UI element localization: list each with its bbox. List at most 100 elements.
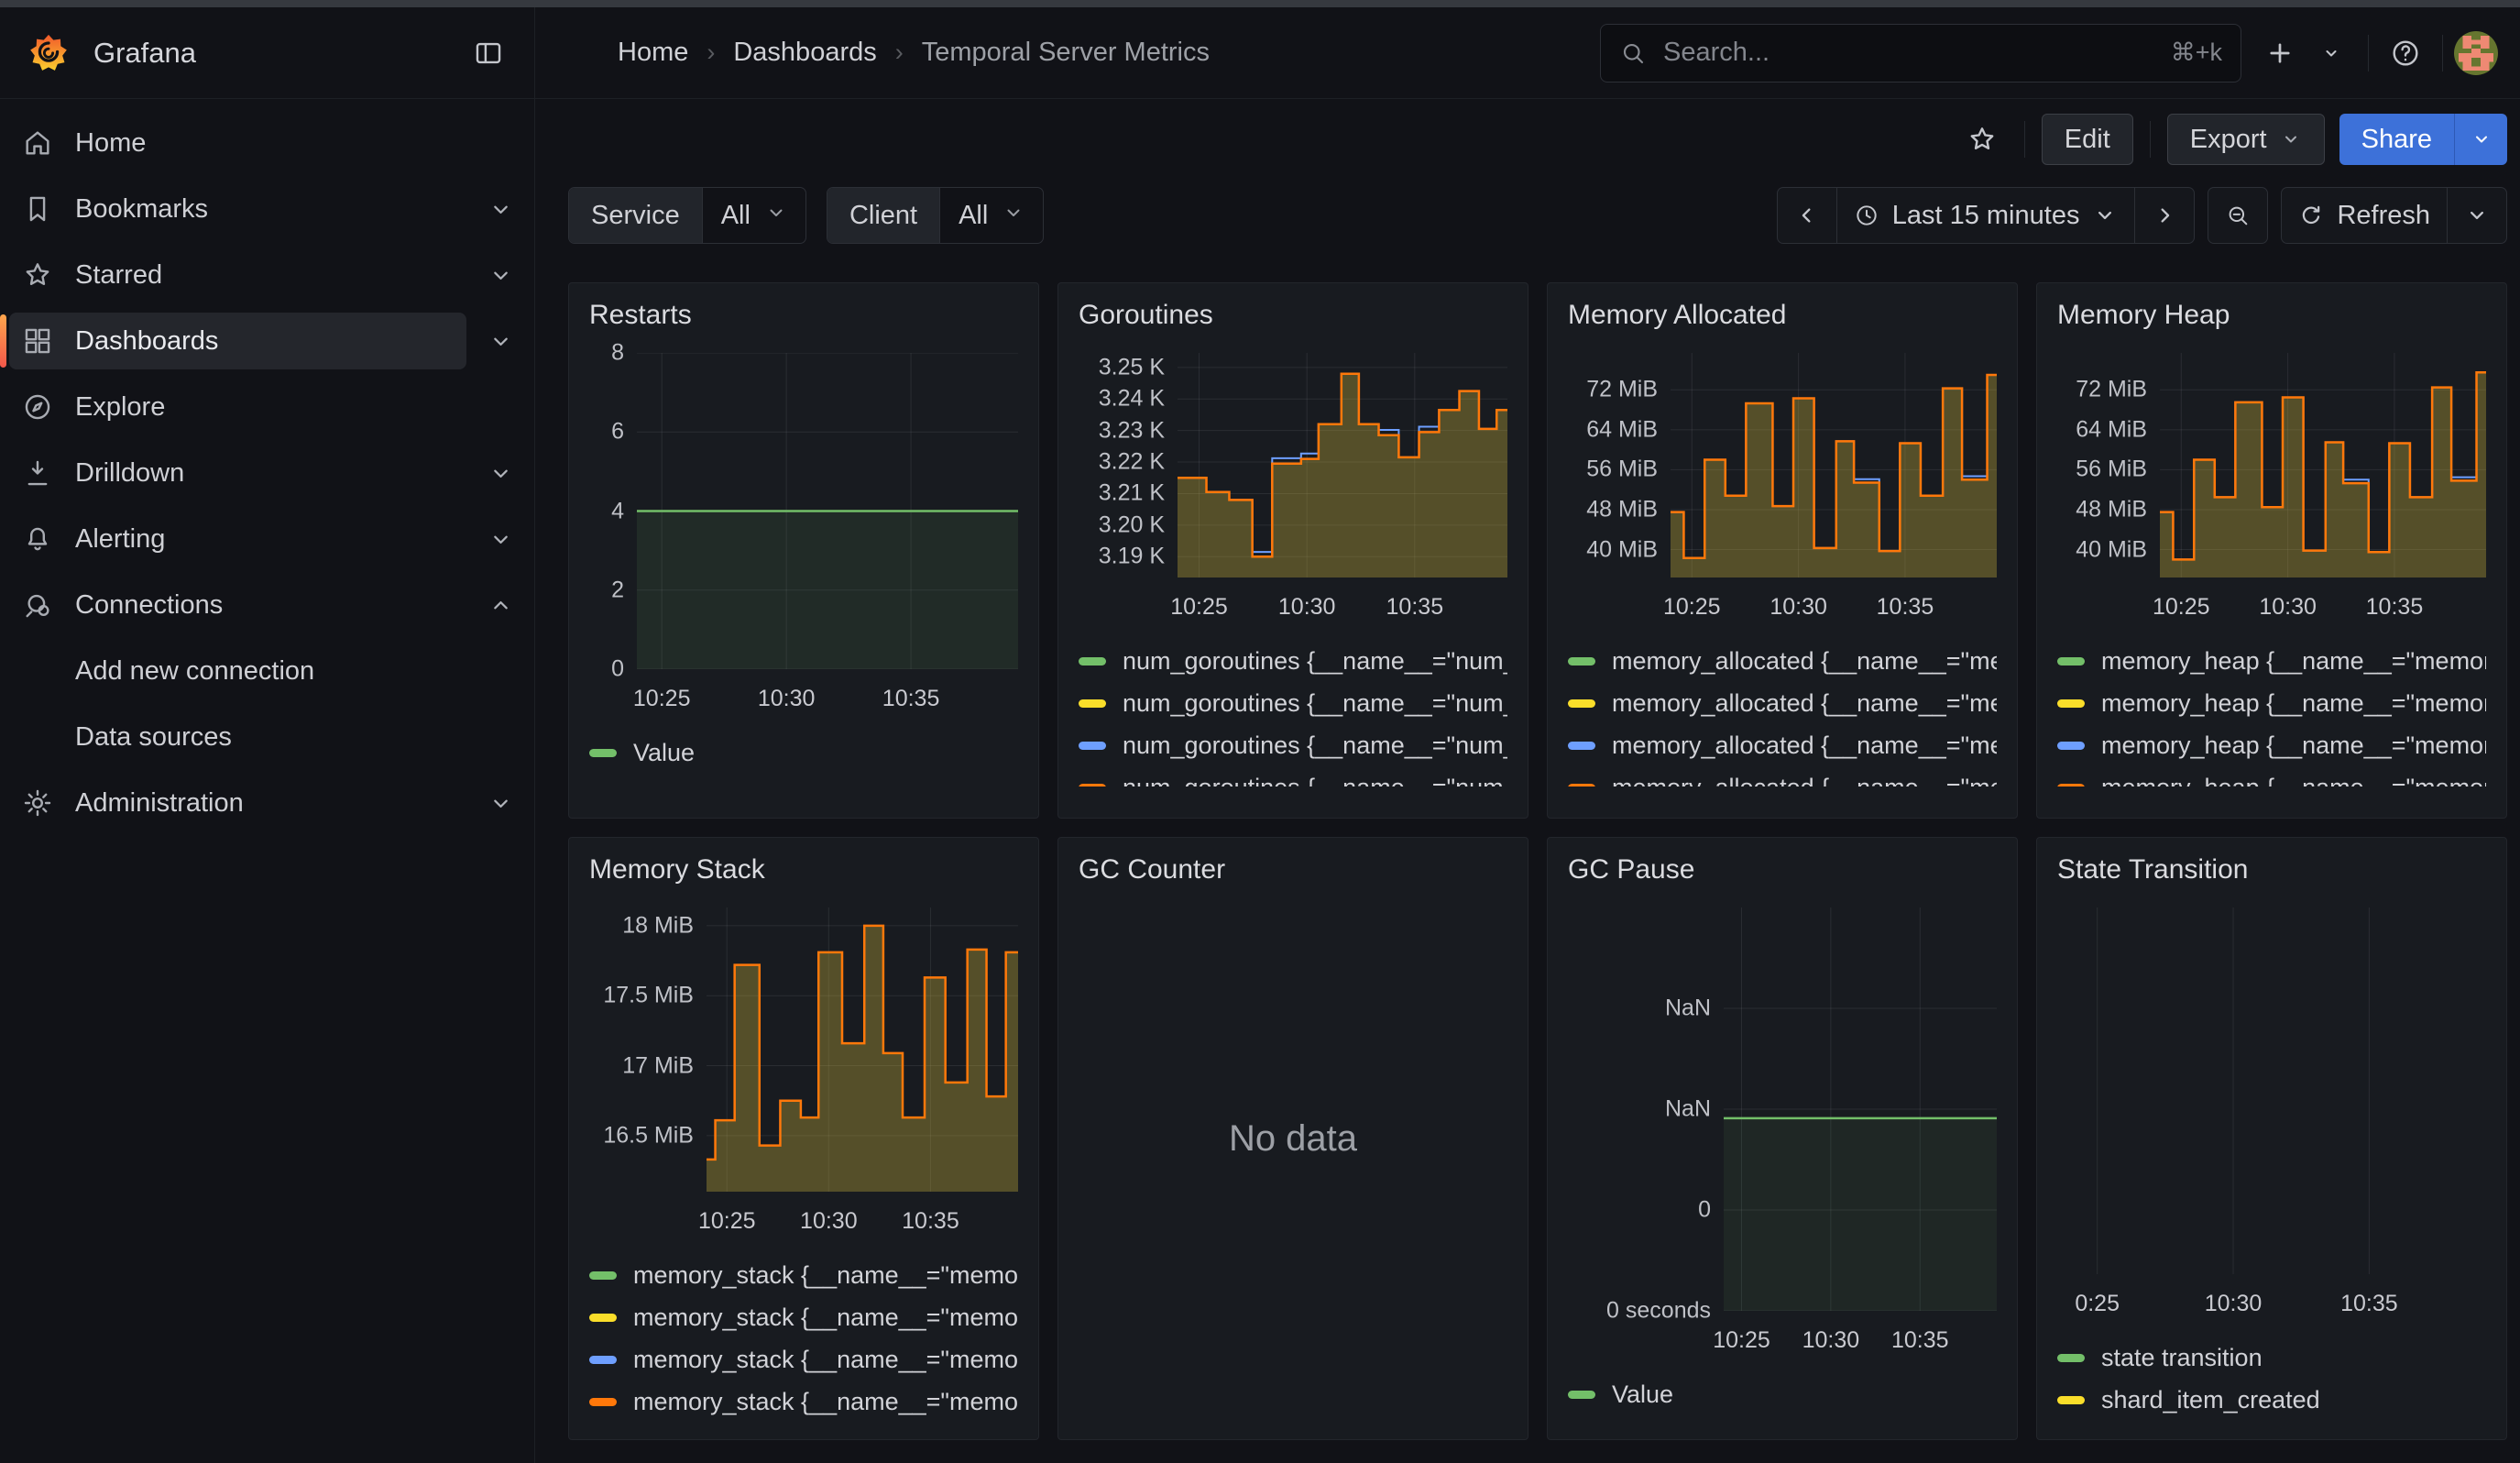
x-axis-label: 10:35	[1386, 594, 1444, 621]
filter-value-dropdown[interactable]: All	[939, 188, 1043, 243]
time-zoom-out-button[interactable]	[2208, 188, 2267, 243]
panel-title[interactable]: State Transition	[2057, 854, 2486, 886]
legend-label: memory_heap {__name__="memory_h	[2101, 732, 2486, 760]
chevron-down-icon	[2280, 128, 2302, 150]
panel-title[interactable]: Goroutines	[1079, 300, 1507, 331]
legend-item[interactable]: memory_heap {__name__="memory_h	[2057, 766, 2486, 786]
sidebar-item-connections[interactable]: Connections	[0, 572, 534, 638]
legend-swatch	[1568, 1391, 1595, 1399]
legend-item[interactable]: memory_stack {__name__="memory_s	[589, 1296, 1018, 1338]
chevron-up-icon[interactable]	[466, 592, 534, 619]
chevron-down-icon[interactable]	[466, 262, 534, 289]
x-axis-label: 10:35	[902, 1208, 959, 1235]
sidebar-item-bookmarks[interactable]: Bookmarks	[0, 176, 534, 242]
panel-title[interactable]: Memory Stack	[589, 854, 1018, 886]
legend-item[interactable]: memory_heap {__name__="memory_h	[2057, 724, 2486, 766]
legend-item[interactable]: memory_stack {__name__="memory_s	[589, 1254, 1018, 1296]
chevron-down-icon[interactable]	[466, 196, 534, 223]
legend-label: memory_stack {__name__="memory_s	[633, 1388, 1018, 1416]
legend-item[interactable]: num_goroutines {__name__="num_go	[1079, 724, 1507, 766]
dashboard-controls: ServiceAllClientAll Last 15 minutes	[535, 180, 2520, 244]
legend: state transitionshard_item_created	[2057, 1336, 2486, 1421]
sidebar-item-dashboards[interactable]: Dashboards	[0, 308, 534, 374]
legend-item[interactable]: memory_allocated {__name__="memo	[1568, 682, 1997, 724]
chevron-down-icon[interactable]	[466, 328, 534, 355]
search-box[interactable]: ⌘+k	[1600, 24, 2241, 82]
y-axis-label: 3.24 K	[1099, 386, 1165, 412]
sidebar-item-label: Explore	[75, 392, 165, 423]
sidebar-item-alerting[interactable]: Alerting	[0, 506, 534, 572]
legend-item[interactable]: memory_heap {__name__="memory_h	[2057, 640, 2486, 682]
refresh-button[interactable]: Refresh	[2282, 188, 2447, 243]
legend-item[interactable]: num_goroutines {__name__="num_go	[1079, 766, 1507, 786]
sidebar-item-starred[interactable]: Starred	[0, 242, 534, 308]
breadcrumb-item[interactable]: Dashboards	[733, 38, 876, 68]
search-input[interactable]	[1661, 37, 2156, 69]
sidebar-item-home[interactable]: Home	[0, 110, 534, 176]
sidebar-item-administration[interactable]: Administration	[0, 770, 534, 836]
chevron-down-icon[interactable]	[466, 790, 534, 817]
chevron-down-icon[interactable]	[466, 460, 534, 487]
legend-item[interactable]: num_goroutines {__name__="num_go	[1079, 640, 1507, 682]
refresh-label: Refresh	[2337, 201, 2430, 231]
y-axis-label: 48 MiB	[1586, 496, 1658, 522]
refresh-interval-dropdown[interactable]	[2447, 188, 2506, 243]
chevron-down-icon	[1003, 201, 1024, 231]
breadcrumb-item[interactable]: Home	[618, 38, 688, 68]
legend-label: memory_heap {__name__="memory_h	[2101, 647, 2486, 676]
panel-goroutines: Goroutines 3.19 K3.20 K3.21 K3.22 K3.23 K…	[1057, 282, 1528, 819]
refresh-group: Refresh	[2281, 187, 2507, 244]
help-button[interactable]	[2380, 28, 2431, 79]
legend-item[interactable]: memory_allocated {__name__="memo	[1568, 766, 1997, 786]
time-back-button[interactable]	[1778, 188, 1836, 243]
panel-title[interactable]: Memory Heap	[2057, 300, 2486, 331]
share-dropdown-button[interactable]	[2454, 114, 2507, 165]
panel-title[interactable]: Memory Allocated	[1568, 300, 1997, 331]
sidebar-navigation: HomeBookmarksStarredDashboards Explore Dri…	[0, 99, 535, 1463]
time-forward-button[interactable]	[2134, 188, 2194, 243]
sidebar-item-data-sources[interactable]: Data sources	[0, 704, 534, 770]
plot-area[interactable]	[2070, 908, 2486, 1274]
y-axis: 02468	[589, 353, 637, 669]
add-new-dropdown-icon[interactable]	[2306, 28, 2357, 79]
legend-item[interactable]: Value	[589, 732, 1018, 774]
add-new-button[interactable]	[2254, 28, 2306, 79]
panel-title[interactable]: GC Pause	[1568, 854, 1997, 886]
favorite-star-button[interactable]	[1956, 114, 2008, 165]
y-axis: 3.19 K3.20 K3.21 K3.22 K3.23 K3.24 K3.25…	[1079, 353, 1178, 578]
chevron-down-icon[interactable]	[466, 526, 534, 553]
plot-area[interactable]	[1178, 353, 1507, 578]
filter-value-dropdown[interactable]: All	[702, 188, 805, 243]
panel-title[interactable]: Restarts	[589, 300, 1018, 331]
legend-label: memory_heap {__name__="memory_h	[2101, 774, 2486, 787]
sidebar-toggle-icon[interactable]	[463, 28, 514, 79]
share-button[interactable]: Share	[2339, 114, 2454, 165]
time-range-picker[interactable]: Last 15 minutes	[1836, 188, 2135, 243]
legend-item[interactable]: memory_allocated {__name__="memo	[1568, 724, 1997, 766]
plot-area[interactable]	[707, 908, 1018, 1192]
legend-item[interactable]: memory_allocated {__name__="memo	[1568, 640, 1997, 682]
x-axis-label: 10:30	[1802, 1327, 1860, 1354]
x-axis-label: 10:30	[800, 1208, 858, 1235]
window-top-strip	[0, 0, 2520, 7]
edit-button[interactable]: Edit	[2042, 114, 2133, 165]
plot-area[interactable]	[2160, 353, 2486, 578]
legend-item[interactable]: memory_heap {__name__="memory_h	[2057, 682, 2486, 724]
sidebar-item-add-new-connection[interactable]: Add new connection	[0, 638, 534, 704]
sidebar-item-label: Data sources	[75, 722, 232, 753]
y-axis-label: 8	[611, 340, 624, 367]
legend-item[interactable]: Value	[1568, 1373, 1997, 1415]
export-button[interactable]: Export	[2167, 114, 2325, 165]
sidebar-item-explore[interactable]: Explore	[0, 374, 534, 440]
legend: Value	[1568, 1373, 1997, 1415]
legend-item[interactable]: memory_stack {__name__="memory_s	[589, 1338, 1018, 1380]
legend-item[interactable]: state transition	[2057, 1336, 2486, 1379]
legend-item[interactable]: num_goroutines {__name__="num_go	[1079, 682, 1507, 724]
legend-item[interactable]: shard_item_created	[2057, 1379, 2486, 1421]
plot-area[interactable]	[637, 353, 1018, 669]
user-avatar[interactable]	[2454, 31, 2498, 75]
plot-area[interactable]	[1671, 353, 1997, 578]
sidebar-item-drilldown[interactable]: Drilldown	[0, 440, 534, 506]
legend-item[interactable]: memory_stack {__name__="memory_s	[589, 1380, 1018, 1423]
plot-area[interactable]	[1724, 908, 1997, 1311]
